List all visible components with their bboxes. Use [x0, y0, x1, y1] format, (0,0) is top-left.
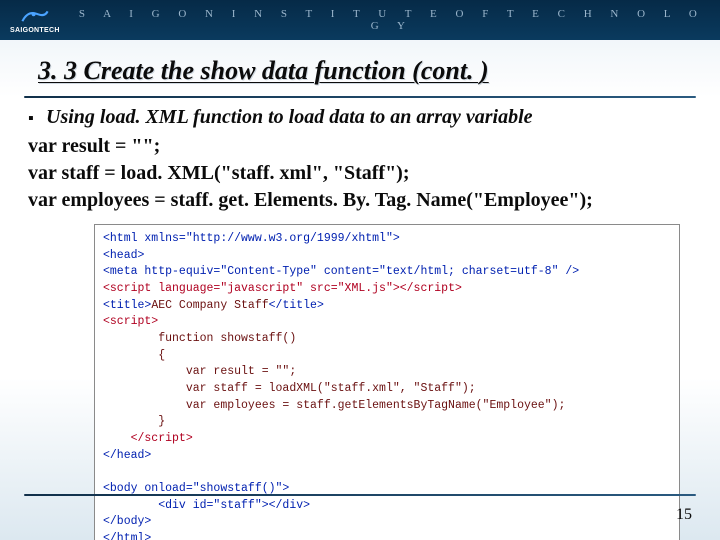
snippet-line: function showstaff(): [103, 332, 296, 345]
body-content: ▪Using load. XML function to load data t…: [0, 98, 720, 540]
bullet-item: ▪Using load. XML function to load data t…: [28, 106, 692, 129]
snippet-line: ipt>: [165, 432, 193, 445]
snippet-line: var employees = staff.getElementsByTagNa…: [103, 399, 565, 412]
bullet-text: Using load. XML function to load data to…: [46, 106, 533, 128]
snippet-line: var staff = loadXML("staff.xml", "Staff"…: [103, 382, 476, 395]
snippet-line: </html>: [103, 532, 151, 540]
snippet-line: </title>: [269, 299, 324, 312]
snippet-line: </scr: [103, 432, 165, 445]
snippet-line: <script>: [103, 315, 158, 328]
snippet-line: }: [103, 415, 165, 428]
page-number: 15: [676, 506, 692, 524]
snippet-line: <html xmlns="http://www.w3.org/1999/xhtm…: [103, 232, 400, 245]
snippet-line: </head>: [103, 449, 151, 462]
institute-name: S A I G O N I N S T I T U T E O F T E C …: [74, 8, 710, 32]
snippet-line: {: [103, 349, 165, 362]
snippet-line: var result = "";: [103, 365, 296, 378]
code-line-1: var result = "";: [28, 133, 692, 160]
snippet-line: <title>: [103, 299, 151, 312]
snippet-line: </body>: [103, 515, 151, 528]
snippet-line: <head>: [103, 249, 144, 262]
code-snippet: <html xmlns="http://www.w3.org/1999/xhtm…: [94, 224, 680, 540]
code-line-3: var employees = staff. get. Elements. By…: [28, 187, 692, 214]
snippet-line: <script language="javascript" src="XML.j…: [103, 282, 434, 295]
logo: SAIGONTECH: [10, 7, 60, 34]
logo-label: SAIGONTECH: [10, 27, 60, 34]
snippet-line: <div id="staff"></div>: [103, 499, 310, 512]
slide-title: 3. 3 Create the show data function (cont…: [38, 56, 682, 86]
header-bar: SAIGONTECH S A I G O N I N S T I T U T E…: [0, 0, 720, 40]
footer-divider: [24, 494, 696, 496]
snippet-line: ipt>: [434, 282, 462, 295]
swoosh-icon: [21, 7, 49, 27]
snippet-line: AEC Company Staff: [151, 299, 268, 312]
square-bullet-icon: ▪: [28, 110, 46, 128]
title-region: 3. 3 Create the show data function (cont…: [0, 40, 720, 92]
slide: SAIGONTECH S A I G O N I N S T I T U T E…: [0, 0, 720, 540]
snippet-line: <meta http-equiv="Content-Type" content=…: [103, 265, 579, 278]
code-line-2: var staff = load. XML("staff. xml", "Sta…: [28, 160, 692, 187]
